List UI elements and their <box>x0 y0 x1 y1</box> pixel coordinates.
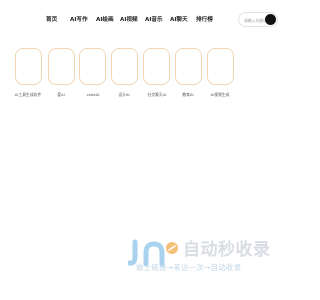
watermark-slogan: 做上链接→来访一次→自动收录 <box>136 263 242 272</box>
nav-item-home[interactable]: 首页 <box>46 16 57 24</box>
category-card[interactable] <box>79 48 106 85</box>
nav-item-ai-painting[interactable]: AI绘画 <box>96 16 114 24</box>
category-card[interactable] <box>15 48 42 85</box>
search-box <box>238 12 278 27</box>
category-card[interactable] <box>175 48 202 85</box>
category-label[interactable]: 教育AI <box>171 92 205 97</box>
category-label[interactable]: AI工具生成软件 <box>11 92 45 97</box>
category-card[interactable] <box>48 48 75 85</box>
category-card[interactable] <box>111 48 138 85</box>
page: 首页 AI写作 AI绘画 AI视频 AI音乐 AI聊天 排行榜 AI工具生成软件… <box>0 0 300 300</box>
category-label[interactable]: 爱AI <box>44 92 78 97</box>
search-button[interactable] <box>265 14 276 25</box>
nav-item-ai-music[interactable]: AI音乐 <box>145 16 163 24</box>
category-card[interactable] <box>143 48 170 85</box>
nav-item-ai-chat[interactable]: AI聊天 <box>170 16 188 24</box>
category-label[interactable]: codeAI <box>76 92 110 97</box>
category-label[interactable]: 设计AI <box>107 92 141 97</box>
top-navigation: 首页 AI写作 AI绘画 AI视频 AI音乐 AI聊天 排行榜 <box>0 11 300 31</box>
category-card[interactable] <box>207 48 234 85</box>
search-input[interactable] <box>244 16 266 24</box>
category-label[interactable]: AI视频生成 <box>203 92 237 97</box>
category-label[interactable]: 社交聊天AI <box>140 92 174 97</box>
nav-item-ai-video[interactable]: AI视频 <box>120 16 138 24</box>
watermark-title: 自动秒收录 <box>183 240 271 260</box>
nav-item-ai-writing[interactable]: AI写作 <box>70 16 88 24</box>
nav-item-ranking[interactable]: 排行榜 <box>196 16 213 24</box>
